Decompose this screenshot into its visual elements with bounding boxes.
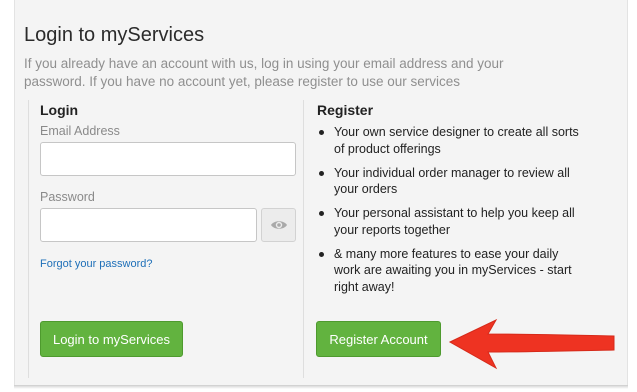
feature-item: & many more features to ease your daily … xyxy=(317,246,587,296)
feature-list: Your own service designer to create all … xyxy=(317,124,587,303)
eye-icon xyxy=(270,221,287,229)
register-account-button[interactable]: Register Account xyxy=(316,321,441,357)
page-title: Login to myServices xyxy=(24,24,205,46)
column-divider xyxy=(303,100,304,378)
login-heading: Login xyxy=(40,102,79,118)
show-password-button[interactable] xyxy=(261,208,296,242)
register-heading: Register xyxy=(317,102,374,118)
email-field[interactable] xyxy=(40,142,296,176)
password-label: Password xyxy=(40,190,95,204)
login-button[interactable]: Login to myServices xyxy=(40,321,183,357)
intro-text: If you already have an account with us, … xyxy=(24,56,504,89)
left-divider xyxy=(28,100,29,378)
red-arrow-left-icon xyxy=(448,318,615,370)
password-field[interactable] xyxy=(40,208,257,242)
forgot-password-link[interactable]: Forgot your password? xyxy=(40,258,153,270)
email-label: Email Address xyxy=(40,124,120,138)
feature-item: Your personal assistant to help you keep… xyxy=(317,205,587,238)
panel-shadow xyxy=(14,385,628,389)
feature-item: Your own service designer to create all … xyxy=(317,124,587,157)
feature-item: Your individual order manager to review … xyxy=(317,165,587,198)
